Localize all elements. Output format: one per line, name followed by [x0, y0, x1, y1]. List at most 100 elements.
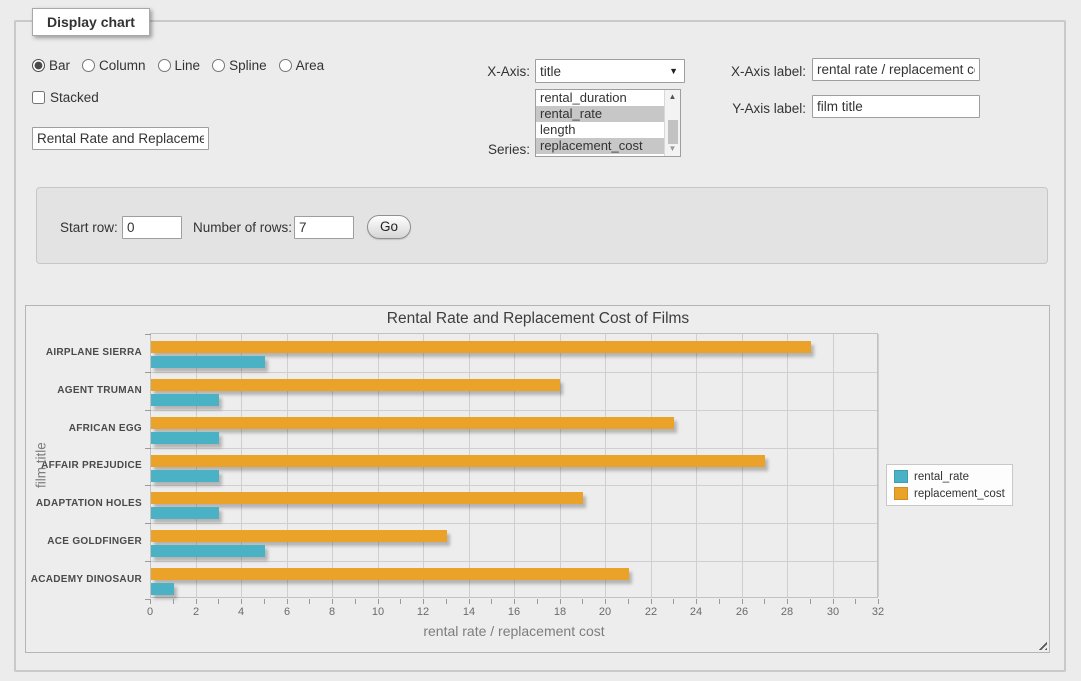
x-tick-label: 10: [360, 606, 396, 618]
chart-type-option-area[interactable]: Area: [279, 58, 325, 73]
series-listbox-items: rental_durationrental_ratelengthreplacem…: [536, 90, 664, 156]
scroll-down-icon[interactable]: ▼: [669, 142, 677, 156]
spline-radio[interactable]: [212, 59, 225, 72]
x-tick: [855, 599, 856, 604]
x-tick: [696, 599, 697, 604]
number-of-rows-label: Number of rows:: [193, 220, 292, 235]
radio-label: Bar: [49, 58, 70, 73]
x-tick-label: 8: [314, 606, 350, 618]
area-radio[interactable]: [279, 59, 292, 72]
gridline: [151, 561, 877, 562]
x-tick: [719, 599, 720, 604]
bar-rental_rate[interactable]: [151, 470, 219, 482]
gridline: [151, 410, 877, 411]
bar-radio[interactable]: [32, 59, 45, 72]
x-tick-label: 24: [678, 606, 714, 618]
x-tick: [810, 599, 811, 604]
x-axis-label-input[interactable]: [812, 58, 980, 81]
x-tick: [491, 599, 492, 604]
scroll-thumb[interactable]: [668, 120, 678, 144]
series-option-rental_rate[interactable]: rental_rate: [536, 106, 664, 122]
legend-label: rental_rate: [914, 471, 969, 483]
stacked-row: Stacked: [32, 90, 99, 105]
x-tick: [628, 599, 629, 604]
x-tick: [673, 599, 674, 604]
bar-replacement_cost[interactable]: [151, 455, 765, 467]
number-of-rows-input[interactable]: [294, 216, 354, 239]
series-option-replacement_cost[interactable]: replacement_cost: [536, 138, 664, 154]
chart-type-option-line[interactable]: Line: [158, 58, 201, 73]
y-tick: [145, 410, 151, 411]
x-tick: [332, 599, 333, 604]
x-tick-label: 16: [496, 606, 532, 618]
x-tick-label: 26: [724, 606, 760, 618]
radio-label: Column: [99, 58, 146, 73]
go-button[interactable]: Go: [367, 215, 411, 239]
x-tick-label: 32: [860, 606, 896, 618]
x-tick-label: 12: [405, 606, 441, 618]
chart-container: Rental Rate and Replacement Cost of Film…: [25, 305, 1050, 653]
column-radio[interactable]: [82, 59, 95, 72]
line-radio[interactable]: [158, 59, 171, 72]
legend-swatch: [894, 487, 908, 500]
bar-replacement_cost[interactable]: [151, 417, 674, 429]
chart-type-option-column[interactable]: Column: [82, 58, 146, 73]
x-tick: [833, 599, 834, 604]
scroll-up-icon[interactable]: ▲: [669, 90, 677, 104]
legend-swatch: [894, 470, 908, 483]
legend-entry-replacement_cost: replacement_cost: [894, 487, 1005, 500]
x-tick-label: 4: [223, 606, 259, 618]
bar-replacement_cost[interactable]: [151, 341, 811, 353]
chart-type-option-bar[interactable]: Bar: [32, 58, 70, 73]
bar-rental_rate[interactable]: [151, 356, 265, 368]
x-tick: [446, 599, 447, 604]
x-tick: [651, 599, 652, 604]
x-axis-label-text: X-Axis:: [466, 64, 530, 79]
y-axis-label-input[interactable]: [812, 95, 980, 118]
bar-replacement_cost[interactable]: [151, 568, 629, 580]
x-axis-title: rental rate / replacement cost: [150, 623, 878, 639]
radio-label: Line: [175, 58, 201, 73]
gridline: [151, 523, 877, 524]
series-option-rental_duration[interactable]: rental_duration: [536, 90, 664, 106]
x-tick: [878, 599, 879, 604]
page: Display chart Bar Column Line Spline Area St…: [0, 0, 1081, 681]
x-tick: [196, 599, 197, 604]
bar-replacement_cost[interactable]: [151, 492, 583, 504]
gridline: [151, 448, 877, 449]
gridline: [878, 334, 879, 597]
series-listbox[interactable]: rental_durationrental_ratelengthreplacem…: [535, 89, 681, 157]
y-tick: [145, 334, 151, 335]
bar-replacement_cost[interactable]: [151, 530, 447, 542]
bar-rental_rate[interactable]: [151, 394, 219, 406]
resize-grip-icon[interactable]: [1036, 639, 1047, 650]
x-tick: [469, 599, 470, 604]
x-tick-label: 0: [132, 606, 168, 618]
bar-rental_rate[interactable]: [151, 432, 219, 444]
series-option-length[interactable]: length: [536, 122, 664, 138]
x-tick: [378, 599, 379, 604]
stacked-checkbox[interactable]: [32, 91, 45, 104]
start-row-input[interactable]: [122, 216, 182, 239]
legend-entry-rental_rate: rental_rate: [894, 470, 1005, 483]
chart-title-input[interactable]: [32, 127, 209, 150]
bar-replacement_cost[interactable]: [151, 379, 560, 391]
chart-type-radio-group: Bar Column Line Spline Area: [32, 58, 332, 73]
bar-rental_rate[interactable]: [151, 545, 265, 557]
x-tick: [514, 599, 515, 604]
bar-rental_rate[interactable]: [151, 507, 219, 519]
x-tick-label: 18: [542, 606, 578, 618]
x-tick: [787, 599, 788, 604]
x-tick: [764, 599, 765, 604]
bar-rental_rate[interactable]: [151, 583, 174, 595]
x-tick-label: 6: [269, 606, 305, 618]
x-tick-label: 28: [769, 606, 805, 618]
x-axis-select-wrap: title ▼: [535, 59, 685, 83]
gridline: [787, 334, 788, 597]
fieldset-legend: Display chart: [32, 8, 150, 36]
x-tick: [355, 599, 356, 604]
x-axis-select[interactable]: title: [535, 59, 685, 83]
series-listbox-scrollbar[interactable]: ▲ ▼: [664, 90, 680, 156]
chart-type-option-spline[interactable]: Spline: [212, 58, 267, 73]
gridline: [151, 485, 877, 486]
